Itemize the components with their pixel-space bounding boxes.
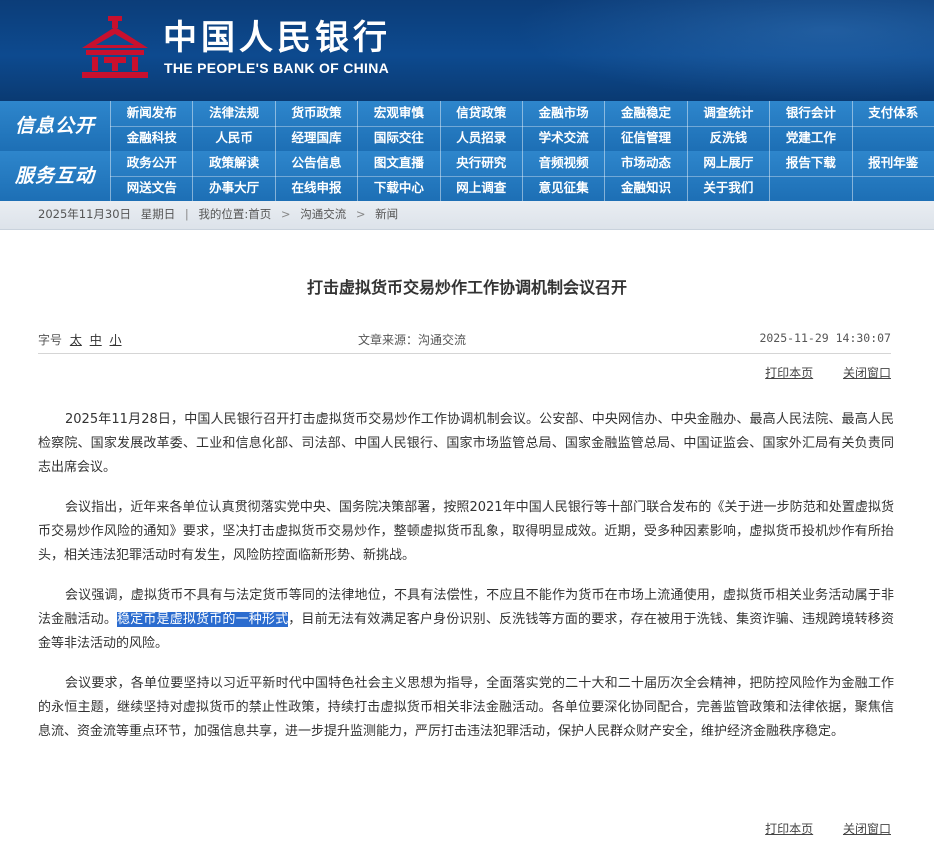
separator: | xyxy=(184,207,189,221)
paragraph: 会议指出，近年来各单位认真贯彻落实党中央、国务院决策部署，按照2021年中国人民… xyxy=(38,500,894,563)
nav-item-financial-markets[interactable]: 金融市场 xyxy=(521,101,604,126)
nav-item-laws[interactable]: 法律法规 xyxy=(192,101,274,126)
article-meta: 字号 太 中 小 文章来源：沟通交流 2025-11-29 14:30:07 xyxy=(38,325,891,354)
nav-item-yearbook[interactable]: 报刊年鉴 xyxy=(851,151,934,176)
article-body: 2025年11月28日，中国人民银行召开打击虚拟货币交易炒作工作协调机制会议。公… xyxy=(38,408,894,760)
nav-item-report-download[interactable]: 报告下载 xyxy=(769,151,851,176)
nav-item-payment-system[interactable]: 支付体系 xyxy=(851,101,934,126)
nav-item-rmb[interactable]: 人民币 xyxy=(192,126,274,151)
paragraph: 会议强调，虚拟货币不具有与法定货币等同的法律地位，不具有法偿性，不应且不能作为货… xyxy=(38,584,894,656)
paragraph: 2025年11月28日，中国人民银行召开打击虚拟货币交易炒作工作协调机制会议。公… xyxy=(38,412,894,475)
paragraph: 会议要求，各单位要坚持以习近平新时代中国特色社会主义思想为指导，全面落实党的二十… xyxy=(38,676,894,739)
nav-item-monetary-policy[interactable]: 货币政策 xyxy=(274,101,357,126)
close-window-link[interactable]: 关闭窗口 xyxy=(843,822,891,836)
nav-item-service-hall[interactable]: 办事大厅 xyxy=(192,176,274,201)
current-weekday: 星期日 xyxy=(140,207,176,221)
font-small-link[interactable]: 小 xyxy=(110,333,122,347)
nav-item-documents[interactable]: 网送文告 xyxy=(110,176,192,201)
nav-item-international[interactable]: 国际交往 xyxy=(357,126,439,151)
nav-item-market-dynamics[interactable]: 市场动态 xyxy=(604,151,686,176)
nav-item-fintech[interactable]: 金融科技 xyxy=(110,126,192,151)
nav-item-online-exhibition[interactable]: 网上展厅 xyxy=(686,151,769,176)
font-large-link[interactable]: 太 xyxy=(70,333,82,347)
font-size-control: 字号 太 中 小 xyxy=(38,331,122,348)
article-source: 文章来源：沟通交流 xyxy=(358,333,467,347)
nav-item-empty xyxy=(769,176,851,201)
nav-item-credit-policy[interactable]: 信贷政策 xyxy=(439,101,522,126)
nav-item-accounting[interactable]: 银行会计 xyxy=(769,101,851,126)
print-page-link[interactable]: 打印本页 xyxy=(765,822,813,836)
nav-item-government-affairs[interactable]: 政务公开 xyxy=(110,151,192,176)
bank-name-en: THE PEOPLE'S BANK OF CHINA xyxy=(164,60,390,76)
nav-item-financial-stability[interactable]: 金融稳定 xyxy=(604,101,686,126)
nav-item-empty xyxy=(851,126,934,151)
nav-item-macroprudential[interactable]: 宏观审慎 xyxy=(357,101,439,126)
breadcrumb: 2025年11月30日 星期日 | 我的位置:首页 > 沟通交流 > 新闻 xyxy=(0,201,934,230)
nav-item-policy-interpretation[interactable]: 政策解读 xyxy=(192,151,274,176)
nav-item-party-building[interactable]: 党建工作 xyxy=(769,126,851,151)
article-tools-bottom: 打印本页 关闭窗口 xyxy=(739,820,891,837)
nav-item-online-survey[interactable]: 网上调查 xyxy=(439,176,522,201)
breadcrumb-home-link[interactable]: 首页 xyxy=(248,207,271,221)
article-tools-top: 打印本页 关闭窗口 xyxy=(739,364,891,381)
article-title: 打击虚拟货币交易炒作工作协调机制会议召开 xyxy=(306,278,627,297)
nav-item-news-release[interactable]: 新闻发布 xyxy=(110,101,192,126)
main-navigation: 信息公开 服务互动 新闻发布 法律法规 货币政策 宏观审慎 信贷政策 金融市场 … xyxy=(0,101,934,201)
close-window-link[interactable]: 关闭窗口 xyxy=(843,366,891,380)
font-size-label: 字号 xyxy=(38,333,63,347)
nav-item-announcements[interactable]: 公告信息 xyxy=(274,151,357,176)
nav-item-download-center[interactable]: 下载中心 xyxy=(357,176,439,201)
bank-name-cn: 中国人民银行 xyxy=(163,18,391,58)
chevron-right-icon: > xyxy=(280,207,291,221)
pboc-logo-icon[interactable] xyxy=(78,14,152,80)
nav-item-about-us[interactable]: 关于我们 xyxy=(686,176,769,201)
nav-item-comments[interactable]: 意见征集 xyxy=(521,176,604,201)
location-label: 我的位置: xyxy=(198,207,249,221)
chevron-right-icon: > xyxy=(355,207,366,221)
nav-item-audio-video[interactable]: 音频视频 xyxy=(521,151,604,176)
nav-item-empty xyxy=(851,176,934,201)
service-interaction-title: 服务互动 xyxy=(14,165,95,187)
nav-item-recruitment[interactable]: 人员招录 xyxy=(439,126,522,151)
nav-item-online-filing[interactable]: 在线申报 xyxy=(274,176,357,201)
nav-item-financial-knowledge[interactable]: 金融知识 xyxy=(604,176,686,201)
nav-item-treasury[interactable]: 经理国库 xyxy=(274,126,357,151)
nav-item-credit-reference[interactable]: 征信管理 xyxy=(604,126,686,151)
info-disclosure-title: 信息公开 xyxy=(14,115,95,137)
nav-item-statistics[interactable]: 调查统计 xyxy=(686,101,769,126)
nav-item-academic[interactable]: 学术交流 xyxy=(521,126,604,151)
nav-item-live-broadcast[interactable]: 图文直播 xyxy=(357,151,439,176)
print-page-link[interactable]: 打印本页 xyxy=(765,366,813,380)
font-medium-link[interactable]: 中 xyxy=(90,333,102,347)
selected-text-highlight[interactable]: 稳定币是虚拟货币的一种形式 xyxy=(117,612,289,627)
article-datetime: 2025-11-29 14:30:07 xyxy=(759,331,891,345)
current-date: 2025年11月30日 xyxy=(38,207,132,221)
site-header: 中国人民银行 THE PEOPLE'S BANK OF CHINA xyxy=(0,0,934,101)
header-glow xyxy=(514,0,934,101)
info-nav-grid: 新闻发布 法律法规 货币政策 宏观审慎 信贷政策 金融市场 金融稳定 调查统计 … xyxy=(110,101,934,151)
nav-item-anti-money-laundering[interactable]: 反洗钱 xyxy=(686,126,769,151)
service-nav-grid: 政务公开 政策解读 公告信息 图文直播 央行研究 音频视频 市场动态 网上展厅 … xyxy=(110,151,934,201)
nav-item-research[interactable]: 央行研究 xyxy=(439,151,522,176)
breadcrumb-news-link[interactable]: 新闻 xyxy=(375,207,398,221)
breadcrumb-communication-link[interactable]: 沟通交流 xyxy=(300,207,346,221)
